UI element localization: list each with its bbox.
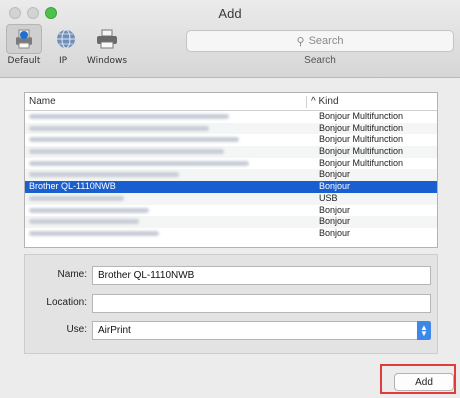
redacted-name: [29, 172, 179, 178]
windows-printer-icon: [89, 24, 125, 54]
printer-kind: USB: [319, 192, 338, 203]
list-item[interactable]: Bonjour Multifunction: [25, 158, 437, 170]
list-item[interactable]: Bonjour Multifunction: [25, 146, 437, 158]
title-toolbar: Add Default IP Windows ⚲ Search Search: [0, 0, 460, 78]
redacted-name: [29, 207, 149, 213]
redacted-name: [29, 137, 239, 143]
toolbar-ip-button[interactable]: IP: [48, 24, 78, 66]
list-item[interactable]: Bonjour: [25, 205, 437, 217]
location-field[interactable]: [92, 294, 431, 313]
column-header-kind[interactable]: ^ Kind: [311, 96, 339, 107]
printer-kind: Bonjour Multifunction: [319, 146, 404, 157]
list-item[interactable]: Bonjour Multifunction: [25, 122, 437, 135]
windows-label: Windows: [86, 56, 128, 66]
redacted-name: [29, 125, 209, 131]
printer-kind: Bonjour: [319, 204, 351, 215]
printer-name: Brother QL-1110NWB: [29, 181, 116, 192]
printer-kind: Bonjour: [319, 216, 351, 227]
name-field[interactable]: Brother QL-1110NWB: [92, 266, 431, 285]
redacted-name: [29, 149, 224, 155]
add-printer-window: Add Default IP Windows ⚲ Search Search N…: [0, 0, 460, 398]
redacted-name: [29, 195, 124, 201]
printer-kind: Bonjour Multifunction: [319, 157, 404, 168]
printer-kind: Bonjour: [319, 169, 351, 180]
printer-kind: Bonjour: [319, 227, 351, 238]
printer-kind: Bonjour Multifunction: [319, 122, 404, 133]
printer-kind: Bonjour Multifunction: [319, 111, 404, 121]
search-input[interactable]: ⚲ Search: [186, 30, 454, 52]
column-separator: [306, 96, 307, 108]
use-select[interactable]: AirPrint ▲ ▼: [92, 321, 431, 340]
redacted-name: [29, 114, 229, 119]
printer-kind: Bonjour: [319, 181, 351, 192]
toolbar-default-button[interactable]: Default: [0, 24, 48, 66]
use-select-value: AirPrint: [98, 325, 131, 336]
printer-kind: Bonjour Multifunction: [319, 134, 404, 145]
redacted-name: [29, 219, 139, 225]
kind-header-label: Kind: [318, 96, 339, 107]
list-item[interactable]: USB: [25, 192, 437, 205]
column-header-name[interactable]: Name: [29, 96, 56, 107]
use-label: Use:: [66, 324, 87, 335]
list-item[interactable]: Bonjour: [25, 169, 437, 182]
list-item[interactable]: Bonjour: [25, 228, 437, 240]
list-item[interactable]: Brother QL-1110NWB Bonjour: [25, 181, 437, 193]
default-label: Default: [7, 56, 41, 66]
list-header: Name ^ Kind: [25, 93, 437, 111]
search-placeholder: Search: [308, 35, 344, 47]
location-label: Location:: [46, 297, 87, 308]
select-arrows-icon: ▲ ▼: [417, 321, 431, 340]
default-printer-icon: [6, 24, 42, 54]
list-item[interactable]: Bonjour: [25, 216, 437, 228]
redacted-name: [29, 160, 249, 166]
window-title: Add: [218, 6, 242, 21]
toolbar-windows-button[interactable]: Windows: [82, 24, 132, 66]
printer-list[interactable]: Name ^ Kind Bonjour Multifunction Bonjour…: [24, 92, 438, 248]
ip-label: IP: [58, 56, 68, 66]
redacted-name: [29, 230, 159, 236]
list-item[interactable]: Bonjour Multifunction: [25, 111, 437, 123]
sort-indicator-icon: ^: [311, 96, 316, 107]
search-caption: Search: [304, 55, 336, 66]
globe-icon: [48, 24, 84, 54]
list-item[interactable]: Bonjour Multifunction: [25, 134, 437, 146]
printer-details-form: Name: Brother QL-1110NWB Location: Use: …: [24, 254, 438, 354]
highlight-box: [380, 364, 456, 394]
search-icon: ⚲: [296, 35, 305, 48]
list-rows: Bonjour Multifunction Bonjour Multifuncti…: [25, 111, 437, 240]
name-label: Name:: [57, 269, 87, 280]
